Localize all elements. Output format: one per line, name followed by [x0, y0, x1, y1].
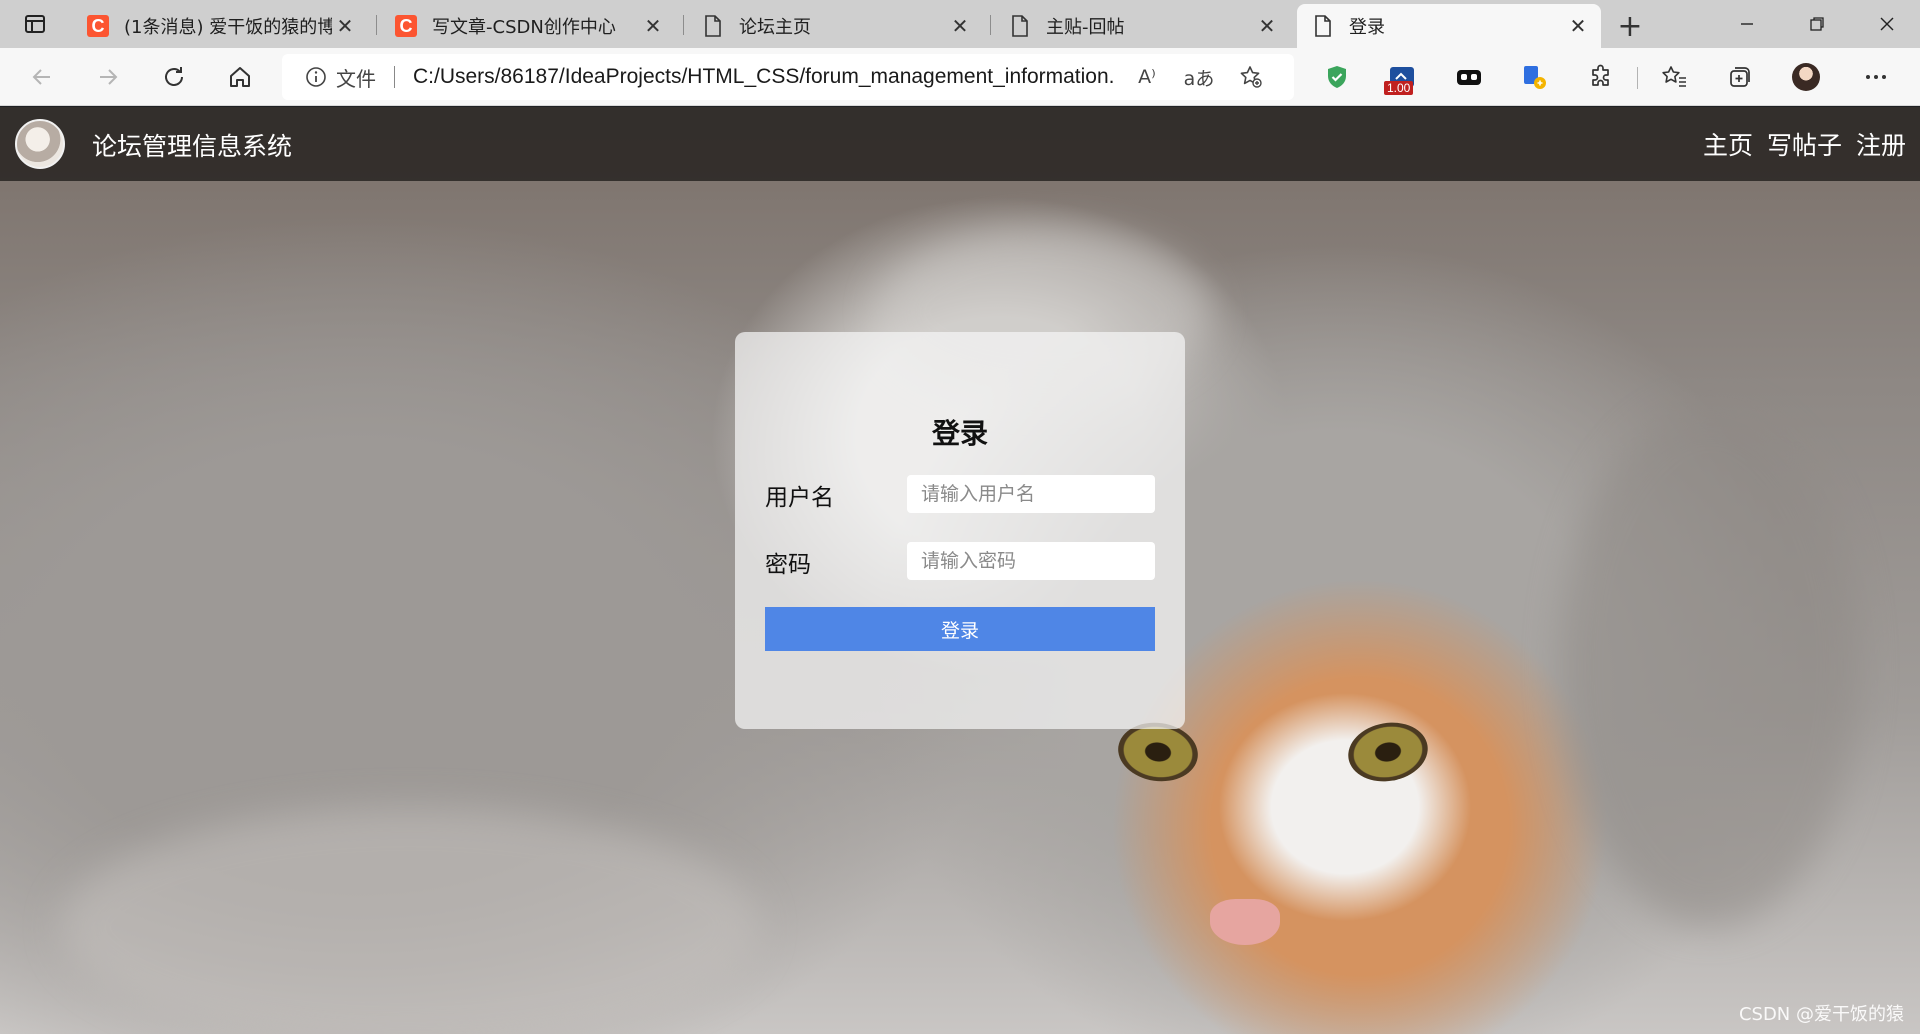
cat-right-eye: [1343, 716, 1433, 788]
close-window-button[interactable]: [1852, 0, 1920, 48]
home-icon: [230, 67, 250, 87]
close-tab-icon[interactable]: ✕: [332, 13, 358, 39]
read-aloud-icon: A⁾: [1138, 66, 1156, 88]
add-favorite-button[interactable]: [1231, 57, 1271, 97]
tab-csdn-messages[interactable]: C (1条消息) 爱干饭的猿的博 ✕: [72, 4, 368, 48]
csdn-icon: C: [394, 14, 418, 38]
glasses-icon: [1457, 70, 1481, 85]
browser-toolbar: 文件 C:/Users/86187/IdeaProjects/HTML_CSS/…: [0, 48, 1920, 106]
extension-translate-button[interactable]: [1514, 57, 1554, 97]
tab-csdn-write[interactable]: C 写文章-CSDN创作中心 ✕: [380, 4, 676, 48]
info-icon[interactable]: [304, 65, 328, 89]
site-header: 论坛管理信息系统 主页 写帖子 注册: [0, 107, 1920, 181]
extensions-button[interactable]: [1581, 57, 1621, 97]
extension-speed-button[interactable]: 1.00: [1382, 57, 1422, 97]
refresh-icon: [165, 67, 183, 86]
more-horizontal-icon: [1866, 75, 1886, 79]
minimize-icon: [1741, 23, 1753, 25]
star-add-icon: [1240, 66, 1262, 88]
translate-button[interactable]: aあ: [1179, 57, 1219, 97]
tab-separator: [683, 15, 684, 35]
browser-tab-strip: C (1条消息) 爱干饭的猿的博 ✕ C 写文章-CSDN创作中心 ✕ 论坛主页…: [0, 0, 1920, 48]
document-translate-icon: [1524, 66, 1546, 89]
extension-badge: 1.00: [1384, 81, 1414, 95]
page-icon: [701, 14, 725, 38]
watermark: CSDN @爱干饭的猿: [1738, 1004, 1904, 1025]
extension-glasses-button[interactable]: [1449, 57, 1489, 97]
plus-icon: +: [1617, 8, 1643, 44]
close-tab-icon[interactable]: ✕: [947, 13, 973, 39]
nav-write-post-link[interactable]: 写帖子: [1767, 126, 1842, 162]
tab-title: 主贴-回帖: [1046, 17, 1125, 38]
page-icon: [1008, 14, 1032, 38]
home-button[interactable]: [220, 57, 260, 97]
username-input[interactable]: [907, 475, 1155, 513]
translate-icon: aあ: [1183, 67, 1215, 90]
tab-separator: [376, 15, 377, 35]
refresh-button[interactable]: [154, 57, 194, 97]
page-viewport: 论坛管理信息系统 主页 写帖子 注册 登录 用户名 密码 登录 CSDN @爱干…: [0, 107, 1920, 1034]
toolbar-separator: [1637, 67, 1638, 89]
close-tab-icon[interactable]: ✕: [1565, 13, 1591, 39]
collections-button[interactable]: [1719, 57, 1759, 97]
extension-shield-button[interactable]: [1317, 57, 1357, 97]
file-scheme-label: 文件: [336, 66, 376, 91]
tab-login[interactable]: 登录 ✕: [1297, 4, 1601, 48]
nav-home-link[interactable]: 主页: [1703, 126, 1753, 162]
background-hood-fold: [1560, 407, 1860, 927]
password-input[interactable]: [907, 542, 1155, 580]
site-logo[interactable]: [15, 119, 65, 169]
site-nav: 主页 写帖子 注册: [1703, 126, 1906, 162]
forward-button[interactable]: [88, 57, 128, 97]
puzzle-icon: [1592, 64, 1609, 86]
close-tab-icon[interactable]: ✕: [1254, 13, 1280, 39]
background-cloth-fold: [60, 807, 760, 1034]
favorites-icon: [1662, 66, 1686, 87]
collections-icon: [1730, 67, 1750, 87]
tab-title: (1条消息) 爱干饭的猿的博: [124, 17, 332, 38]
tab-forum-home[interactable]: 论坛主页 ✕: [687, 4, 983, 48]
csdn-icon: C: [86, 14, 110, 38]
favorites-button[interactable]: [1654, 57, 1694, 97]
nav-register-link[interactable]: 注册: [1856, 126, 1906, 162]
minimize-button[interactable]: [1712, 0, 1782, 48]
tab-actions-icon: [25, 15, 45, 33]
login-card: 登录 用户名 密码 登录: [735, 332, 1185, 729]
login-heading: 登录: [931, 417, 988, 450]
address-divider: [394, 66, 395, 88]
password-label: 密码: [765, 552, 811, 578]
arrow-left-icon: [32, 69, 50, 85]
close-tab-icon[interactable]: ✕: [640, 13, 666, 39]
tab-actions-button[interactable]: [0, 0, 70, 48]
profile-button[interactable]: [1786, 57, 1826, 97]
close-icon: [1880, 17, 1894, 31]
read-aloud-button[interactable]: A⁾: [1127, 57, 1167, 97]
shield-icon: [1328, 66, 1346, 88]
restore-icon: [1810, 17, 1824, 31]
url-text[interactable]: C:/Users/86187/IdeaProjects/HTML_CSS/for…: [413, 65, 1115, 89]
page-icon: [1311, 14, 1335, 38]
tab-separator: [990, 15, 991, 35]
tab-post-reply[interactable]: 主贴-回帖 ✕: [994, 4, 1290, 48]
site-title: 论坛管理信息系统: [92, 132, 293, 161]
cat-nose: [1210, 899, 1280, 945]
arrow-right-icon: [100, 69, 118, 85]
login-submit-button[interactable]: 登录: [765, 607, 1155, 651]
username-label: 用户名: [765, 485, 834, 511]
tab-title: 登录: [1349, 17, 1385, 38]
new-tab-button[interactable]: +: [1612, 8, 1648, 44]
settings-more-button[interactable]: [1856, 57, 1896, 97]
tab-title: 论坛主页: [739, 17, 811, 38]
address-bar[interactable]: 文件 C:/Users/86187/IdeaProjects/HTML_CSS/…: [282, 54, 1294, 100]
tab-title: 写文章-CSDN创作中心: [432, 17, 616, 38]
profile-avatar: [1792, 63, 1820, 91]
restore-button[interactable]: [1782, 0, 1852, 48]
back-button[interactable]: [22, 57, 62, 97]
